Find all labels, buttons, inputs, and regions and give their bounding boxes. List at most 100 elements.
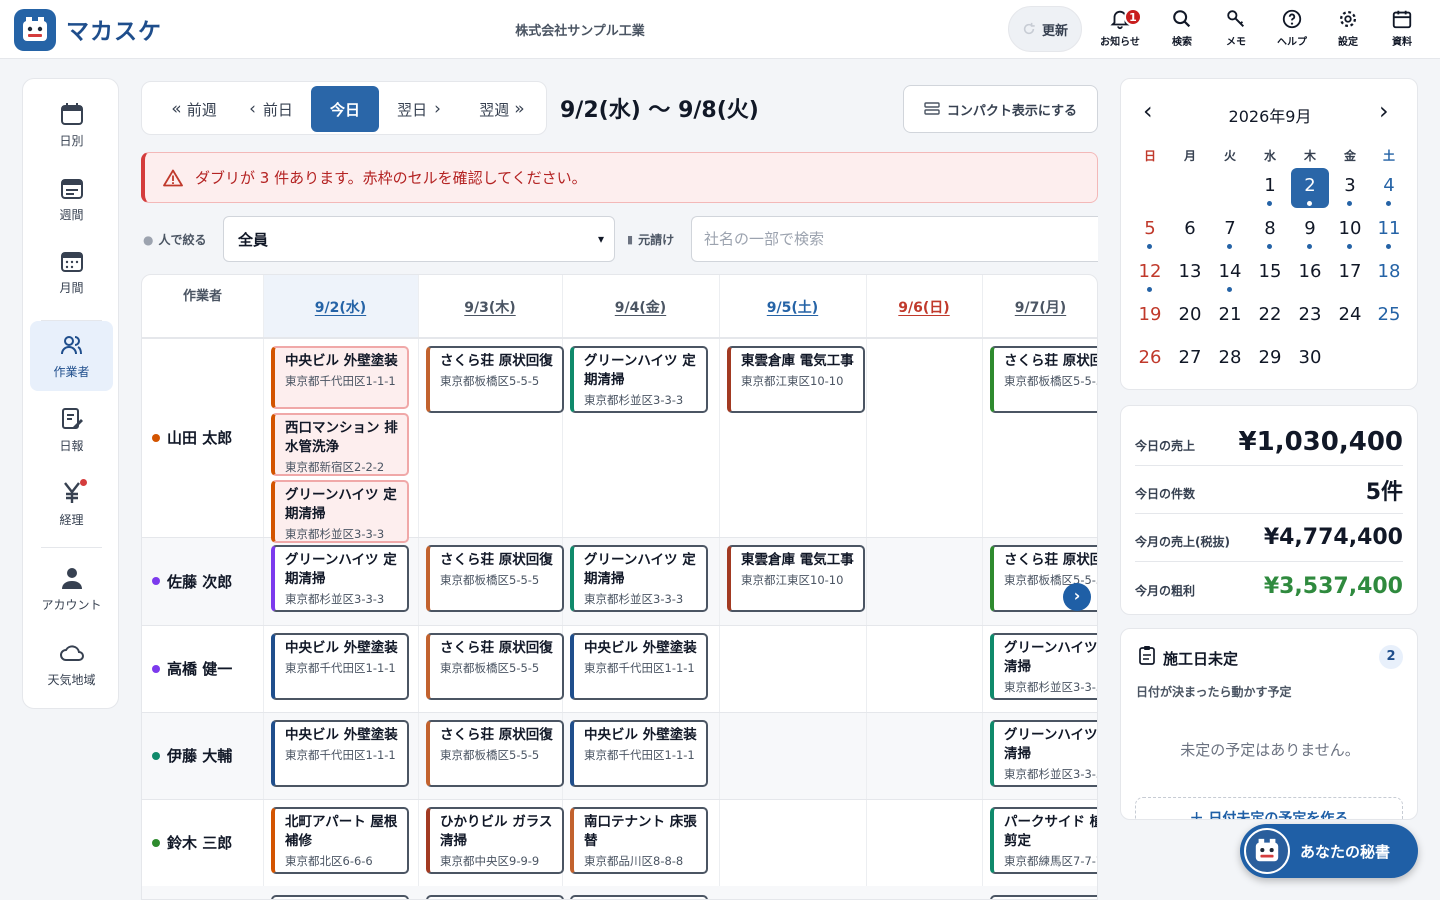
day-header[interactable]: 9/3(木) [418,275,562,338]
job-card[interactable]: グリーンハイツ 定期清掃東京都杉並区3-3-3 [990,633,1097,700]
header-search-button[interactable]: 検索 [1155,8,1209,52]
create-unscheduled-button[interactable]: ＋ 日付未定の予定を作る [1135,797,1403,819]
worker-name[interactable]: 高橋 健一 [142,625,263,712]
job-card[interactable]: 中央ビル 外壁塗装 東京都千代田区1-1-1 [570,720,708,787]
sidebar-item-person[interactable]: アカウント [30,554,113,624]
calendar-day[interactable]: 13 [1170,254,1210,294]
calendar-day[interactable]: 10 [1330,211,1370,251]
job-card[interactable]: さくら荘 原状回復東京都板橋区5-5-5 [426,720,564,787]
job-card[interactable]: 東雲倉庫 電気工事 東京都江東区10-10 [727,346,865,413]
calendar-day[interactable]: 28 [1210,340,1250,380]
calendar-day[interactable]: 18 [1369,254,1409,294]
job-card[interactable]: さくら荘 原状回復東京都板橋区5-5-5 [990,346,1097,413]
job-card[interactable]: 北町アパート 屋根補修 東京都北区6-6-6 [271,807,409,874]
header-gear-button[interactable]: 設定 [1321,8,1375,52]
calendar-day[interactable]: 30 [1290,340,1330,380]
job-card[interactable]: グリーンハイツ 定期清掃東京都杉並区3-3-3 [570,346,708,413]
today-button[interactable]: 今日 [311,86,379,132]
day-header[interactable]: 9/6(日) [866,275,982,338]
calendar-day[interactable]: 23 [1290,297,1330,337]
prev-week-button[interactable]: «前週 [154,86,234,132]
sidebar-item-calendar-week[interactable]: 週間 [30,164,113,234]
refresh-button[interactable]: 更新 [1008,6,1082,52]
calendar-day[interactable]: 14 [1210,254,1250,294]
sidebar-item-users[interactable]: 作業者 [30,321,113,391]
job-card[interactable]: ひかりビル ガラス清掃 東京都中央区9-9-9 [426,807,564,874]
compact-view-button[interactable]: コンパクト表示にする [903,85,1098,133]
worker-name[interactable]: 山田 太郎 [142,338,263,537]
job-card[interactable]: さくら荘 原状回復東京都板橋区5-5-5 [426,346,564,413]
worker-name[interactable]: 佐藤 次郎 [142,537,263,625]
calendar-day[interactable]: 22 [1250,297,1290,337]
job-card-partial[interactable] [271,895,409,899]
sidebar-item-yen[interactable]: 経理 [30,469,113,539]
calendar-day[interactable]: 7 [1210,211,1250,251]
calendar-day[interactable]: 1 [1250,168,1290,208]
job-card[interactable]: 中央ビル 外壁塗装 東京都千代田区1-1-1 [271,346,409,409]
calendar-day[interactable]: 21 [1210,297,1250,337]
job-card[interactable]: グリーンハイツ 定期清掃東京都杉並区3-3-3 [570,545,708,612]
calendar-day[interactable]: 11 [1369,211,1409,251]
job-card-partial[interactable] [426,895,564,899]
header-help-button[interactable]: ヘルプ [1265,8,1319,52]
job-card[interactable]: グリーンハイツ 定期清掃東京都杉並区3-3-3 [271,480,409,543]
worker-name[interactable]: 鈴木 三郎 [142,799,263,886]
calendar-day[interactable]: 27 [1170,340,1210,380]
sidebar-item-calendar-day[interactable]: 日別 [30,90,113,160]
calendar-day[interactable]: 6 [1170,211,1210,251]
weekday-header: 土 [1382,149,1395,163]
contractor-search-input[interactable] [691,216,1098,262]
header-calendar-doc-button[interactable]: 資料 [1375,8,1429,52]
job-card[interactable]: グリーンハイツ 定期清掃東京都杉並区3-3-3 [990,720,1097,787]
calendar-day[interactable]: 16 [1290,254,1330,294]
job-card-partial[interactable] [990,895,1097,899]
person-filter-text: 人で絞る [158,233,207,247]
calendar-day[interactable]: 25 [1369,297,1409,337]
sidebar-item-report-edit[interactable]: 日報 [30,395,113,465]
job-card[interactable]: 中央ビル 外壁塗装 東京都千代田区1-1-1 [271,720,409,787]
calendar-day[interactable]: 20 [1170,297,1210,337]
calendar-day-number: 19 [1138,304,1162,325]
calendar-day[interactable]: 9 [1290,211,1330,251]
worker-color-dot [152,838,160,847]
sidebar-item-cloud[interactable]: 天気地域 [30,629,113,699]
calendar-day[interactable]: 26 [1130,340,1170,380]
calendar-day[interactable]: 5 [1130,211,1170,251]
job-card[interactable]: 西口マンション 排水管洗浄 東京都新宿区2-2-2 [271,413,409,476]
job-card[interactable]: 東雲倉庫 電気工事 東京都江東区10-10 [727,545,865,612]
scroll-right-button[interactable]: › [1063,583,1091,611]
next-day-button[interactable]: 翌日 › [386,86,452,132]
day-header[interactable]: 9/7(月) [982,275,1097,338]
sidebar-item-label: 作業者 [53,365,90,379]
header-key-button[interactable]: メモ [1209,8,1263,52]
next-month-button[interactable]: › [1379,97,1389,125]
calendar-day[interactable]: 4 [1369,168,1409,208]
job-card[interactable]: さくら荘 原状回復東京都板橋区5-5-5 [426,633,564,700]
calendar-day[interactable]: 24 [1330,297,1370,337]
day-header[interactable]: 9/4(金) [562,275,719,338]
day-header[interactable]: 9/5(土) [719,275,866,338]
job-card[interactable]: パークサイド 植栽剪定東京都練馬区7-7-7 [990,807,1097,874]
calendar-day[interactable]: 17 [1330,254,1370,294]
job-card[interactable]: 南口テナント 床張替 東京都品川区8-8-8 [570,807,708,874]
calendar-day[interactable]: 29 [1250,340,1290,380]
job-card-partial[interactable] [570,895,708,899]
sidebar-item-calendar-month[interactable]: 月間 [30,237,113,307]
next-week-button[interactable]: 翌週» [464,86,540,132]
person-filter-select[interactable]: 全員 ▾ [223,216,615,262]
day-header[interactable]: 9/2(水) [263,275,418,338]
worker-name[interactable]: 伊藤 大輔 [142,712,263,799]
calendar-day[interactable]: 2 [1291,168,1329,208]
calendar-day[interactable]: 12 [1130,254,1170,294]
job-card[interactable]: グリーンハイツ 定期清掃東京都杉並区3-3-3 [271,545,409,612]
calendar-day[interactable]: 3 [1330,168,1370,208]
assistant-button[interactable]: あなたの秘書 [1240,824,1418,878]
calendar-day[interactable]: 15 [1250,254,1290,294]
job-card[interactable]: 中央ビル 外壁塗装 東京都千代田区1-1-1 [570,633,708,700]
calendar-day[interactable]: 8 [1250,211,1290,251]
header-bell-button[interactable]: お知らせ 1 [1093,8,1147,52]
job-card[interactable]: 中央ビル 外壁塗装 東京都千代田区1-1-1 [271,633,409,700]
calendar-day[interactable]: 19 [1130,297,1170,337]
prev-day-button[interactable]: ‹ 前日 [238,86,304,132]
job-card[interactable]: さくら荘 原状回復東京都板橋区5-5-5 [426,545,564,612]
